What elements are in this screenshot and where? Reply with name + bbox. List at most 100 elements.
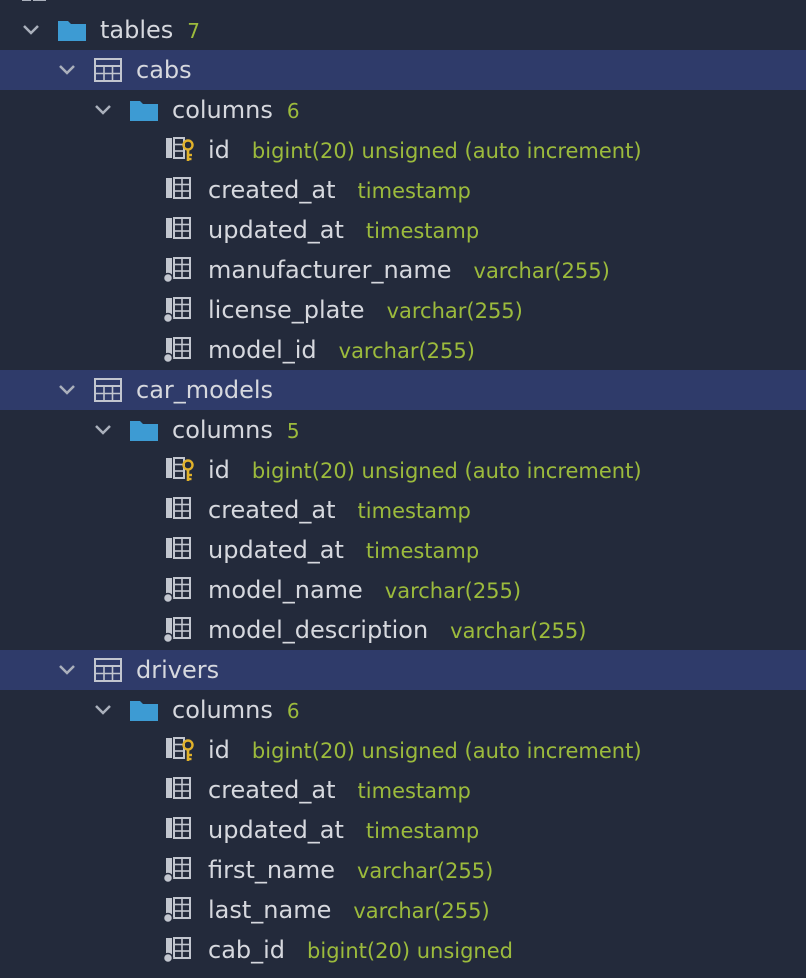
columns-folder-label: columns xyxy=(172,696,273,724)
column-row[interactable]: created_at timestamp xyxy=(0,170,806,210)
column-entry: model_description varchar(255) xyxy=(208,610,586,651)
column-icon xyxy=(166,217,191,239)
folder-icon xyxy=(130,101,158,121)
column-name: id xyxy=(208,736,230,764)
column-row[interactable]: updated_at timestamp xyxy=(0,210,806,250)
column-row[interactable]: cab_id bigint(20) unsigned xyxy=(0,930,806,970)
column-name: model_id xyxy=(208,336,317,364)
column-type: varchar(255) xyxy=(384,579,522,603)
column-entry: updated_at timestamp xyxy=(208,210,479,251)
column-entry: last_name varchar(255) xyxy=(208,890,490,931)
column-name: manufacturer_name xyxy=(208,256,452,284)
tables-folder-row[interactable]: tables 7 xyxy=(0,10,806,50)
column-row[interactable]: updated_at timestamp xyxy=(0,530,806,570)
primary-key-column-icon xyxy=(166,737,194,761)
column-name: updated_at xyxy=(208,816,344,844)
columns-folder-label: columns xyxy=(172,96,273,124)
column-row[interactable]: license_plate varchar(255) xyxy=(0,290,806,330)
column-name: model_name xyxy=(208,576,363,604)
chevron-down-icon[interactable] xyxy=(92,699,114,721)
columns-count: 6 xyxy=(286,99,300,123)
column-entry: created_at timestamp xyxy=(208,770,471,811)
column-type: bigint(20) unsigned (auto increment) xyxy=(251,739,642,763)
column-row[interactable]: created_at timestamp xyxy=(0,770,806,810)
column-entry: created_at timestamp xyxy=(208,170,471,211)
column-entry: updated_at timestamp xyxy=(208,810,479,851)
column-entry: cab_id bigint(20) unsigned xyxy=(208,930,513,971)
columns-count: 6 xyxy=(286,699,300,723)
column-type: varchar(255) xyxy=(450,619,587,643)
column-entry: created_at timestamp xyxy=(208,490,471,531)
folder-icon xyxy=(130,701,158,721)
column-icon xyxy=(166,177,191,199)
column-entry: model_name varchar(255) xyxy=(208,570,521,611)
column-icon xyxy=(166,777,191,799)
column-icon xyxy=(166,537,191,559)
primary-key-column-icon xyxy=(166,137,194,161)
not-null-column-icon xyxy=(163,617,191,642)
not-null-column-icon xyxy=(163,257,191,282)
columns-folder: columns 5 xyxy=(172,410,300,451)
not-null-column-icon xyxy=(163,857,191,882)
column-entry: id bigint(20) unsigned (auto increment) xyxy=(208,730,642,771)
not-null-column-icon xyxy=(163,937,191,962)
chevron-down-icon[interactable] xyxy=(92,419,114,441)
column-row[interactable]: model_id varchar(255) xyxy=(0,330,806,370)
columns-folder-row[interactable]: columns 6 xyxy=(0,90,806,130)
column-row[interactable]: last_name varchar(255) xyxy=(0,890,806,930)
column-name: license_plate xyxy=(208,296,365,324)
column-row[interactable]: id bigint(20) unsigned (auto increment) xyxy=(0,730,806,770)
column-type: timestamp xyxy=(357,179,471,203)
column-type: varchar(255) xyxy=(356,859,494,883)
column-name: first_name xyxy=(208,856,335,884)
columns-folder: columns 6 xyxy=(172,90,300,131)
column-entry: license_plate varchar(255) xyxy=(208,290,523,331)
table-name: drivers xyxy=(136,656,220,684)
chevron-down-icon[interactable] xyxy=(92,99,114,121)
columns-folder-row[interactable]: columns 6 xyxy=(0,690,806,730)
table-row-car-models[interactable]: car_models xyxy=(0,370,806,410)
chevron-down-icon[interactable] xyxy=(20,19,42,41)
column-name: created_at xyxy=(208,176,336,204)
columns-folder-row[interactable]: columns 5 xyxy=(0,410,806,450)
columns-folder: columns 6 xyxy=(172,690,300,731)
column-type: timestamp xyxy=(357,499,471,523)
column-type: varchar(255) xyxy=(338,339,475,363)
column-entry: id bigint(20) unsigned (auto increment) xyxy=(208,450,642,491)
column-type: bigint(20) unsigned xyxy=(307,939,513,963)
not-null-column-icon xyxy=(163,577,191,602)
column-name: created_at xyxy=(208,776,336,804)
column-type: timestamp xyxy=(365,539,480,563)
column-type: bigint(20) unsigned (auto increment) xyxy=(251,139,642,163)
column-row[interactable]: id bigint(20) unsigned (auto increment) xyxy=(0,450,806,490)
table-name: car_models xyxy=(136,376,274,404)
folder-icon xyxy=(58,21,86,41)
column-row[interactable]: model_name varchar(255) xyxy=(0,570,806,610)
column-icon xyxy=(166,497,191,519)
table-row-drivers[interactable]: drivers xyxy=(0,650,806,690)
column-type: varchar(255) xyxy=(386,299,523,323)
column-name: model_description xyxy=(208,616,429,644)
column-entry: manufacturer_name varchar(255) xyxy=(208,250,610,291)
column-row[interactable]: updated_at timestamp xyxy=(0,810,806,850)
table-icon xyxy=(94,58,122,82)
column-type: timestamp xyxy=(357,779,471,803)
chevron-down-icon[interactable] xyxy=(56,379,78,401)
column-row[interactable]: created_at timestamp xyxy=(0,490,806,530)
column-row[interactable]: first_name varchar(255) xyxy=(0,850,806,890)
column-row[interactable]: model_description varchar(255) xyxy=(0,610,806,650)
column-row[interactable]: id bigint(20) unsigned (auto increment) xyxy=(0,130,806,170)
column-name: updated_at xyxy=(208,536,344,564)
column-entry: first_name varchar(255) xyxy=(208,850,493,891)
chevron-down-icon[interactable] xyxy=(56,659,78,681)
column-name: cab_id xyxy=(208,936,286,964)
not-null-column-icon xyxy=(163,897,191,922)
table-row-cabs[interactable]: cabs xyxy=(0,50,806,90)
columns-count: 5 xyxy=(286,419,300,443)
column-row[interactable]: manufacturer_name varchar(255) xyxy=(0,250,806,290)
tables-count: 7 xyxy=(187,19,201,43)
column-type: varchar(255) xyxy=(353,899,490,923)
column-type: timestamp xyxy=(365,819,480,843)
chevron-down-icon[interactable] xyxy=(56,59,78,81)
folder-icon xyxy=(130,421,158,441)
